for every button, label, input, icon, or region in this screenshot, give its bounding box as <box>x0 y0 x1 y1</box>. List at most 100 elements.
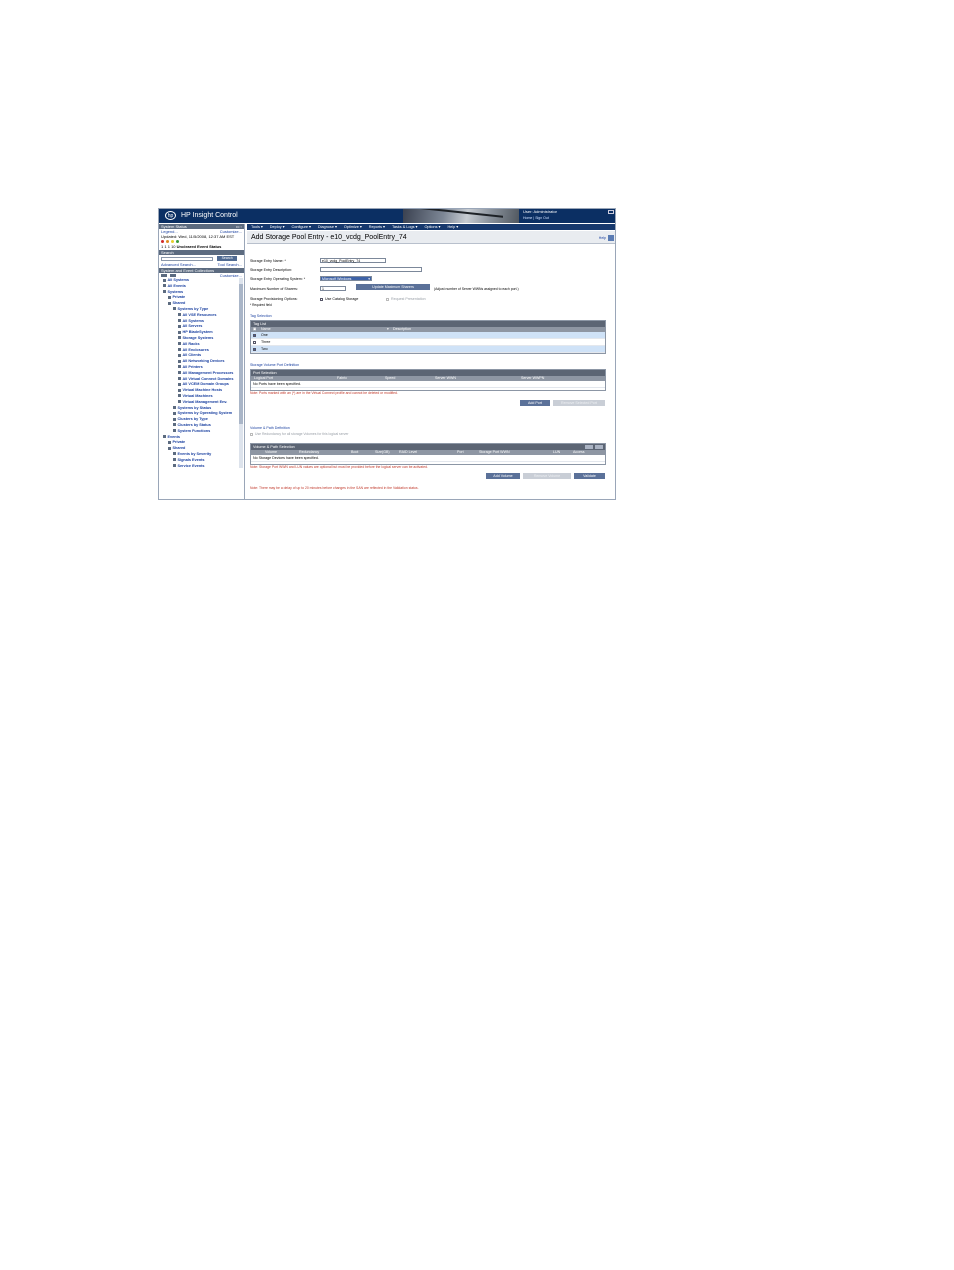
table-row[interactable]: One <box>251 332 605 339</box>
menu-item[interactable]: Tasks & Logs <box>392 225 415 229</box>
use-catalog-checkbox[interactable] <box>320 297 323 301</box>
row-checkbox[interactable] <box>253 333 256 337</box>
tree-scrollbar[interactable] <box>239 278 243 468</box>
folder-icon[interactable] <box>173 429 176 433</box>
grid-options-icon[interactable] <box>595 445 603 449</box>
restore-icon[interactable] <box>608 210 614 214</box>
tree-scrollbar-thumb[interactable] <box>239 284 243 424</box>
menu-item[interactable]: Deploy <box>270 225 282 229</box>
row-checkbox[interactable] <box>253 340 256 344</box>
folder-icon[interactable] <box>173 417 176 421</box>
search-input[interactable] <box>161 256 213 261</box>
tree-item-label: Events by Severity <box>177 451 212 456</box>
folder-icon[interactable] <box>163 290 166 294</box>
minor-icon[interactable] <box>171 240 175 244</box>
add-port-button[interactable]: Add Port <box>520 400 550 406</box>
folder-icon[interactable] <box>168 301 171 305</box>
tag-name: Three <box>261 340 271 344</box>
folder-icon[interactable] <box>178 400 181 404</box>
folder-icon[interactable] <box>173 307 176 311</box>
folder-icon[interactable] <box>173 423 176 427</box>
row-checkbox[interactable] <box>253 347 256 351</box>
folder-icon[interactable] <box>178 348 181 352</box>
folder-icon[interactable] <box>178 330 181 334</box>
menu-chevron-icon: ▾ <box>308 225 311 229</box>
redundancy-checkbox[interactable] <box>250 432 253 436</box>
major-icon[interactable] <box>166 240 170 244</box>
critical-icon[interactable] <box>161 240 164 244</box>
search-row: Search <box>159 255 244 262</box>
expand-icon[interactable] <box>163 284 166 288</box>
folder-icon[interactable] <box>178 313 181 317</box>
folder-icon[interactable] <box>168 446 171 450</box>
folder-icon[interactable] <box>173 406 176 410</box>
menu-item[interactable]: Diagnose <box>318 225 334 229</box>
use-catalog-option[interactable]: Use Catalog Storage <box>320 296 358 302</box>
header-links[interactable]: Home | Sign Out <box>523 216 549 220</box>
folder-icon[interactable] <box>178 394 181 398</box>
tree-item-label: Events <box>167 434 180 439</box>
help-link[interactable]: Help <box>599 236 606 240</box>
menu-item[interactable]: Tools <box>251 225 260 229</box>
help-icon[interactable] <box>608 235 614 241</box>
table-row[interactable]: Two <box>251 346 605 353</box>
normal-icon[interactable] <box>176 240 180 244</box>
folder-icon[interactable] <box>178 336 181 340</box>
folder-icon[interactable] <box>178 388 181 392</box>
tag-selection-section: Tag Selection <box>250 314 272 318</box>
folder-icon[interactable] <box>178 377 181 381</box>
tree-item-label: Shared <box>172 446 186 451</box>
remove-volume-button[interactable]: Remove Volume <box>523 473 571 479</box>
folder-icon[interactable] <box>178 371 181 375</box>
folder-icon[interactable] <box>173 458 176 462</box>
menu-item[interactable]: Optimize <box>344 225 359 229</box>
folder-icon[interactable] <box>178 342 181 346</box>
request-presentation-option[interactable]: Request Presentation <box>386 296 426 302</box>
name-label: Storage Entry Name: * <box>250 259 286 263</box>
folder-icon[interactable] <box>173 464 176 467</box>
tool-search-link[interactable]: Tool Search... <box>218 262 242 267</box>
menu-item[interactable]: Reports <box>369 225 382 229</box>
folder-icon[interactable] <box>178 382 181 386</box>
folder-icon[interactable] <box>163 435 166 439</box>
menu-chevron-icon: ▾ <box>438 225 441 229</box>
tree-item-label: Systems by Operating System <box>177 411 233 416</box>
folder-icon[interactable] <box>168 295 171 299</box>
use-catalog-label: Use Catalog Storage <box>325 297 359 301</box>
folder-icon[interactable] <box>173 411 176 415</box>
request-presentation-checkbox[interactable] <box>386 297 389 301</box>
tree-item[interactable]: Service Events <box>159 464 244 469</box>
menu-item[interactable]: Configure <box>292 225 308 229</box>
tree-item-label: Virtual Machines <box>182 393 213 398</box>
entry-name-input[interactable]: e10_vcdg_PoolEntry_74 <box>320 258 386 263</box>
folder-icon[interactable] <box>178 365 181 369</box>
remove-port-button[interactable]: Remove Selected Port <box>553 400 605 406</box>
os-select[interactable]: Microsoft Windows ▾ <box>320 276 372 281</box>
table-row[interactable]: Three <box>251 339 605 346</box>
validate-button[interactable]: Validate <box>574 473 605 479</box>
expand-icon[interactable] <box>163 278 166 282</box>
chevron-down-icon[interactable]: ▾ <box>368 277 370 281</box>
tree-item-label: HP BladeSystem <box>182 330 213 335</box>
search-button[interactable]: Search <box>217 256 238 262</box>
collapse-all-icon[interactable] <box>170 274 177 278</box>
folder-icon[interactable] <box>178 324 181 328</box>
folder-icon[interactable] <box>178 353 181 357</box>
menu-item[interactable]: Help <box>447 225 455 229</box>
max-sharers-input[interactable]: 1 <box>320 286 346 291</box>
redundancy-option[interactable]: Use Redundancy for all storage Volumes f… <box>250 431 348 437</box>
folder-icon[interactable] <box>178 359 181 363</box>
expand-all-icon[interactable] <box>161 274 167 278</box>
entry-description-input[interactable] <box>320 267 422 272</box>
menu-item[interactable]: Options <box>424 225 437 229</box>
advanced-search-link[interactable]: Advanced Search... <box>161 262 196 267</box>
folder-icon[interactable] <box>168 440 171 444</box>
description-label: Storage Entry Description: <box>250 268 292 272</box>
grid-edit-icon[interactable] <box>585 445 593 449</box>
hp-logo: hp <box>165 211 176 220</box>
folder-icon[interactable] <box>178 319 181 323</box>
add-volume-button[interactable]: Add Volume <box>486 473 520 479</box>
folder-icon[interactable] <box>173 452 176 456</box>
tree-item-label: Shared <box>172 301 186 306</box>
update-max-sharers-button[interactable]: Update Maximum Sharers <box>356 284 430 290</box>
